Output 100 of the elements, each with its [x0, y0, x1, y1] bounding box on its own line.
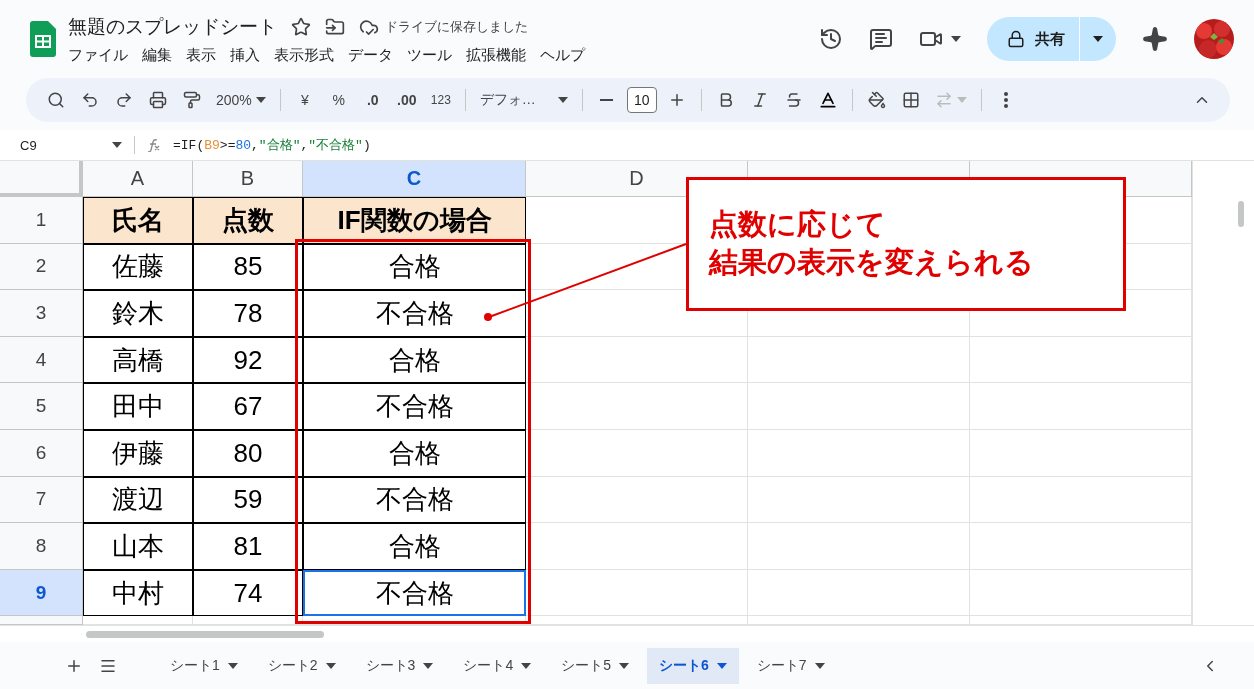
percent-button[interactable]: %: [324, 85, 353, 115]
merge-icon: [934, 91, 953, 109]
history-icon[interactable]: [819, 27, 843, 51]
redo-icon: [115, 91, 133, 109]
table-cell: 中村: [83, 569, 193, 617]
menu-item[interactable]: 拡張機能: [466, 45, 526, 65]
caret-icon: [716, 662, 727, 669]
sheet-tab[interactable]: シート3: [353, 647, 446, 684]
document-title[interactable]: 無題のスプレッドシート: [68, 13, 277, 40]
table-cell: 佐藤: [83, 243, 193, 291]
move-folder-icon[interactable]: [325, 16, 345, 37]
sheet-tab[interactable]: シート1: [158, 647, 250, 684]
table-cell: 81: [193, 523, 303, 570]
caret-icon: [619, 662, 629, 669]
row-header[interactable]: 1: [0, 197, 83, 244]
table-cell: 不合格: [303, 569, 526, 617]
star-icon[interactable]: [291, 16, 311, 37]
more-icon: [1003, 92, 1008, 108]
sheet-tab[interactable]: シート7: [744, 647, 837, 684]
table-cell: 67: [193, 383, 303, 430]
row-header[interactable]: 6: [0, 429, 83, 477]
row-header[interactable]: 2: [0, 243, 83, 291]
menu-item[interactable]: ヘルプ: [540, 45, 585, 65]
printer-icon: [149, 91, 167, 109]
font-dropdown[interactable]: デフォ…: [475, 85, 572, 115]
number-format-button[interactable]: 123: [426, 85, 455, 115]
sheet-tab[interactable]: シート5: [549, 647, 641, 684]
caret-icon: [557, 97, 568, 103]
caret-icon: [325, 662, 336, 669]
caret-icon: [956, 97, 967, 103]
column-header[interactable]: B: [193, 161, 303, 197]
menu-item[interactable]: 表示形式: [274, 45, 334, 65]
menu-item[interactable]: 編集: [142, 45, 172, 65]
name-box[interactable]: C9: [20, 137, 100, 153]
sheet-tab[interactable]: シート4: [451, 647, 544, 684]
column-header[interactable]: C: [303, 161, 526, 197]
table-cell: 不合格: [303, 290, 526, 337]
comment-icon[interactable]: [869, 27, 893, 51]
currency-button[interactable]: ¥: [290, 85, 319, 115]
table-cell: 不合格: [303, 383, 526, 430]
function-icon: [147, 138, 161, 152]
header-cell: IF関数の場合: [303, 197, 526, 244]
table-cell: 合格: [303, 523, 526, 570]
table-cell: 85: [193, 243, 303, 291]
table-cell: 78: [193, 290, 303, 337]
row-header[interactable]: 3: [0, 290, 83, 337]
caret-icon: [521, 662, 532, 669]
table-cell: 合格: [303, 429, 526, 477]
table-cell: 鈴木: [83, 290, 193, 337]
paint-bucket-icon: [867, 91, 886, 109]
callout-text: 結果の表示を変えられる: [709, 245, 1034, 280]
menu-item[interactable]: ファイル: [68, 45, 128, 65]
increase-decimal-button[interactable]: .00: [392, 85, 421, 115]
caret-icon: [423, 662, 434, 669]
table-cell: 合格: [303, 243, 526, 291]
table-cell: 74: [193, 569, 303, 617]
table-cell: 渡辺: [83, 476, 193, 524]
caret-icon: [814, 662, 825, 669]
row-header[interactable]: 7: [0, 476, 83, 524]
menu-item[interactable]: 表示: [186, 45, 216, 65]
table-cell: 59: [193, 476, 303, 524]
scrollbar-thumb[interactable]: [86, 630, 324, 638]
caret-icon: [227, 662, 238, 669]
font-size-field[interactable]: 10: [626, 87, 657, 113]
formula-text[interactable]: =IF(B9>=80,"合格","不合格"): [173, 136, 371, 154]
callout-text: 点数に応じて: [709, 207, 886, 243]
row-header[interactable]: 5: [0, 383, 83, 430]
table-cell: 伊藤: [83, 429, 193, 477]
search-icon: [47, 91, 65, 109]
sheet-tab[interactable]: シート2: [255, 647, 348, 684]
header-cell: 氏名: [83, 197, 193, 244]
sheet-tab[interactable]: シート6: [647, 647, 739, 684]
caret-icon: [112, 142, 122, 148]
row-header[interactable]: 9: [0, 569, 83, 617]
sparkle-icon[interactable]: [1142, 26, 1168, 52]
caret-icon: [255, 97, 266, 103]
table-cell: 合格: [303, 336, 526, 384]
column-header[interactable]: A: [83, 161, 193, 197]
table-cell: 高橋: [83, 336, 193, 384]
table-cell: 田中: [83, 383, 193, 430]
lock-icon: [1007, 30, 1025, 48]
menu-item[interactable]: データ: [348, 45, 393, 65]
minus-icon: [600, 99, 614, 101]
saved-status: ドライブに保存しました: [385, 17, 528, 36]
zoom-dropdown[interactable]: 200%: [212, 85, 270, 115]
row-header[interactable]: 4: [0, 336, 83, 384]
borders-icon: [901, 91, 920, 109]
strikethrough-icon: [784, 91, 803, 109]
table-cell: 不合格: [303, 476, 526, 524]
table-cell: 山本: [83, 523, 193, 570]
row-header[interactable]: 8: [0, 523, 83, 570]
table-cell: 92: [193, 336, 303, 384]
paint-roller-icon: [183, 91, 201, 109]
menu-item[interactable]: 挿入: [230, 45, 260, 65]
scrollbar-thumb[interactable]: [1238, 201, 1244, 227]
menu-item[interactable]: ツール: [407, 45, 452, 65]
decrease-decimal-button[interactable]: .0: [358, 85, 387, 115]
sheets-logo-icon[interactable]: [30, 21, 56, 57]
caret-icon: [951, 36, 961, 42]
table-cell: 80: [193, 429, 303, 477]
